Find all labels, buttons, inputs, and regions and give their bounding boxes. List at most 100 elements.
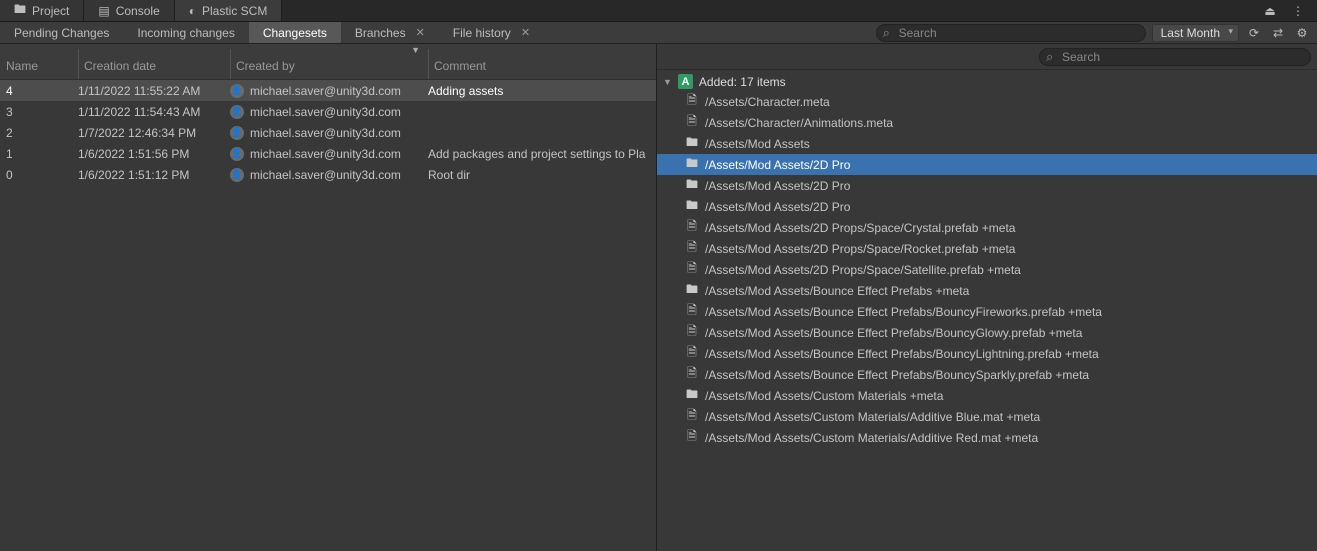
file-icon: 🗎	[685, 112, 699, 133]
file-path: /Assets/Mod Assets	[705, 137, 810, 151]
search-input[interactable]: Search	[876, 24, 1146, 42]
file-tree-item[interactable]: 🗎 /Assets/Mod Assets/Bounce Effect Prefab…	[657, 364, 1317, 385]
changeset-row[interactable]: 01/6/2022 1:51:12 PM👤michael.saver@unity…	[0, 164, 656, 185]
file-tree-item[interactable]: 🗎 /Assets/Mod Assets/Bounce Effect Prefab…	[657, 301, 1317, 322]
file-icon: 🗎	[685, 301, 699, 322]
cell-comment: Add packages and project settings to Pla	[428, 147, 656, 161]
gear-icon[interactable]: ⚙	[1293, 26, 1311, 40]
sort-desc-icon: ▼	[411, 45, 420, 55]
header-created-by[interactable]: Created by▼	[230, 59, 428, 73]
file-path: /Assets/Mod Assets/Custom Materials/Addi…	[705, 431, 1038, 445]
folder-icon: 🖿	[685, 385, 699, 406]
file-tree-item[interactable]: 🖿 /Assets/Mod Assets	[657, 133, 1317, 154]
cell-id: 1	[0, 147, 78, 161]
console-icon: ▤	[98, 4, 109, 18]
folder-icon: 🖿	[685, 154, 699, 175]
file-icon: 🗎	[685, 91, 699, 112]
header-creation-date[interactable]: Creation date	[78, 59, 230, 73]
cell-user: 👤michael.saver@unity3d.com	[230, 126, 428, 140]
tab-label: Plastic SCM	[202, 4, 267, 18]
folder-icon: 🖿	[14, 0, 26, 21]
avatar-icon: 👤	[230, 168, 244, 182]
file-tree-item[interactable]: 🗎/Assets/Mod Assets/Bounce Effect Prefab…	[657, 343, 1317, 364]
cell-id: 2	[0, 126, 78, 140]
tab-project[interactable]: 🖿 Project	[0, 0, 84, 21]
file-tree-item[interactable]: 🗎/Assets/Mod Assets/Custom Materials/Add…	[657, 406, 1317, 427]
file-tree-item[interactable]: 🗎 /Assets/Mod Assets/2D Props/Space/Satel…	[657, 259, 1317, 280]
menu-icon[interactable]: ⋮	[1289, 4, 1307, 18]
tab-branches[interactable]: Branches ✕	[341, 22, 439, 43]
file-tree-item[interactable]: 🖿/Assets/Mod Assets/2D Pro	[657, 196, 1317, 217]
tab-incoming-changes[interactable]: Incoming changes	[123, 22, 248, 43]
files-search-input[interactable]: Search	[1039, 48, 1311, 66]
file-tree-item[interactable]: 🖿 /Assets/Mod Assets/Custom Materials +me…	[657, 385, 1317, 406]
tab-plastic-scm[interactable]: ◐ Plastic SCM	[175, 0, 283, 21]
folder-icon: 🖿	[685, 175, 699, 196]
file-path: /Assets/Mod Assets/Bounce Effect Prefabs…	[705, 326, 1082, 340]
changeset-row[interactable]: 21/7/2022 12:46:34 PM👤michael.saver@unit…	[0, 122, 656, 143]
file-path: /Assets/Mod Assets/2D Pro	[705, 179, 850, 193]
file-icon: 🗎	[685, 322, 699, 343]
refresh-icon[interactable]: ⟳	[1245, 26, 1263, 40]
cell-date: 1/11/2022 11:55:22 AM	[78, 84, 230, 98]
lock-icon[interactable]: ⏏	[1261, 4, 1279, 18]
file-icon: 🗎	[685, 217, 699, 238]
period-dropdown[interactable]: Last Month	[1152, 24, 1239, 42]
file-icon: 🗎	[685, 427, 699, 448]
close-icon[interactable]: ✕	[416, 26, 425, 39]
file-icon: 🗎	[685, 259, 699, 280]
folder-icon: 🖿	[685, 196, 699, 217]
avatar-icon: 👤	[230, 84, 244, 98]
tab-pending-changes[interactable]: Pending Changes	[0, 22, 123, 43]
changeset-row[interactable]: 41/11/2022 11:55:22 AM👤michael.saver@uni…	[0, 80, 656, 101]
header-comment[interactable]: Comment	[428, 59, 656, 73]
file-icon: 🗎	[685, 364, 699, 385]
avatar-icon: 👤	[230, 126, 244, 140]
tab-console[interactable]: ▤ Console	[84, 0, 174, 21]
header-name[interactable]: Name	[0, 59, 78, 73]
cell-user: 👤michael.saver@unity3d.com	[230, 147, 428, 161]
file-tree-item[interactable]: 🗎/Assets/Mod Assets/2D Props/Space/Rocke…	[657, 238, 1317, 259]
file-icon: 🗎	[685, 343, 699, 364]
file-path: /Assets/Character.meta	[705, 95, 830, 109]
cell-date: 1/6/2022 1:51:12 PM	[78, 168, 230, 182]
compare-icon[interactable]: ⇄	[1269, 26, 1287, 40]
file-tree-item[interactable]: 🗎 /Assets/Mod Assets/2D Props/Space/Cryst…	[657, 217, 1317, 238]
tab-label: Branches	[355, 26, 406, 40]
changeset-row[interactable]: 31/11/2022 11:54:43 AM👤michael.saver@uni…	[0, 101, 656, 122]
file-path: /Assets/Mod Assets/Bounce Effect Prefabs…	[705, 368, 1089, 382]
file-tree-item[interactable]: 🗎 /Assets/Mod Assets/Custom Materials/Add…	[657, 427, 1317, 448]
cell-date: 1/11/2022 11:54:43 AM	[78, 105, 230, 119]
tab-label: File history	[453, 26, 511, 40]
tab-label: Pending Changes	[14, 26, 109, 40]
cell-user: 👤michael.saver@unity3d.com	[230, 84, 428, 98]
close-icon[interactable]: ✕	[521, 26, 530, 39]
cell-user: 👤michael.saver@unity3d.com	[230, 168, 428, 182]
plastic-icon: ◐	[189, 4, 196, 18]
folder-icon: 🖿	[685, 133, 699, 154]
cell-user: 👤michael.saver@unity3d.com	[230, 105, 428, 119]
tab-file-history[interactable]: File history ✕	[439, 22, 544, 43]
avatar-icon: 👤	[230, 147, 244, 161]
file-tree-item[interactable]: 🖿/Assets/Mod Assets/2D Pro	[657, 154, 1317, 175]
file-path: /Assets/Mod Assets/Bounce Effect Prefabs…	[705, 305, 1102, 319]
tab-changesets[interactable]: Changesets	[249, 22, 341, 43]
file-tree-item[interactable]: 🗎 /Assets/Mod Assets/Bounce Effect Prefab…	[657, 322, 1317, 343]
file-tree-item[interactable]: 🗎/Assets/Character/Animations.meta	[657, 112, 1317, 133]
group-label: Added: 17 items	[699, 75, 786, 89]
tab-label: Incoming changes	[137, 26, 234, 40]
file-icon: 🗎	[685, 238, 699, 259]
file-path: /Assets/Mod Assets/Custom Materials/Addi…	[705, 410, 1040, 424]
cell-id: 3	[0, 105, 78, 119]
added-badge-icon: A	[678, 74, 693, 89]
file-tree-item[interactable]: 🖿 /Assets/Mod Assets/2D Pro	[657, 175, 1317, 196]
file-path: /Assets/Mod Assets/2D Props/Space/Crysta…	[705, 221, 1015, 235]
changeset-row[interactable]: 11/6/2022 1:51:56 PM👤michael.saver@unity…	[0, 143, 656, 164]
file-tree-item[interactable]: 🖿/Assets/Mod Assets/Bounce Effect Prefab…	[657, 280, 1317, 301]
file-path: /Assets/Mod Assets/Custom Materials +met…	[705, 389, 943, 403]
cell-comment: Adding assets	[428, 84, 656, 98]
cell-date: 1/6/2022 1:51:56 PM	[78, 147, 230, 161]
file-path: /Assets/Mod Assets/2D Props/Space/Satell…	[705, 263, 1021, 277]
added-group[interactable]: ▼ A Added: 17 items	[657, 72, 1317, 91]
file-tree-item[interactable]: 🗎 /Assets/Character.meta	[657, 91, 1317, 112]
